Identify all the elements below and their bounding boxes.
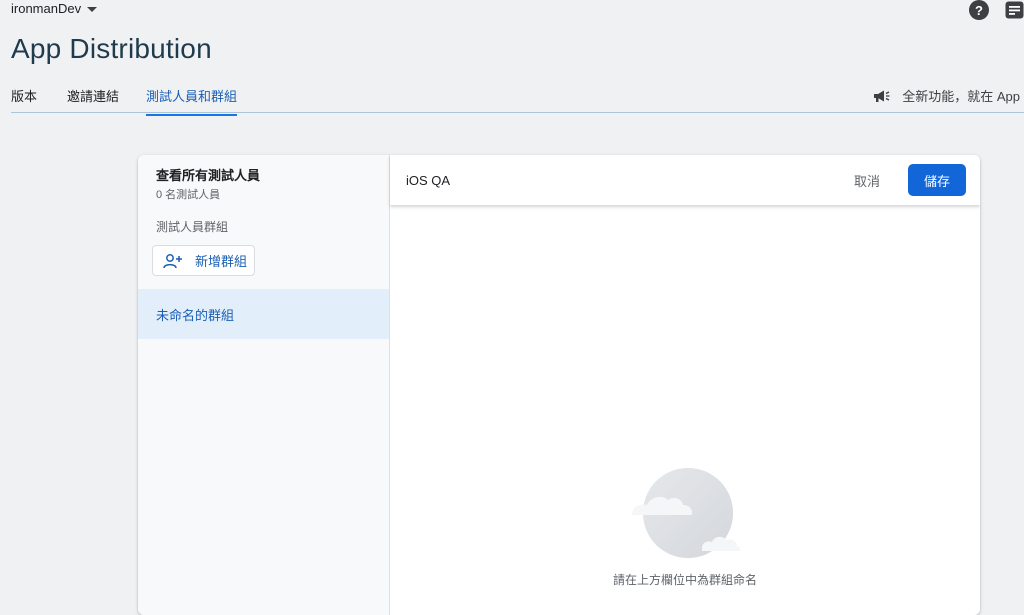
project-name: ironmanDev: [11, 1, 82, 16]
tab-testers-and-groups[interactable]: 測試人員和群組: [146, 86, 238, 116]
groups-sidebar: 查看所有測試人員 0 名測試人員 測試人員群組 新增群組 未命名的群組: [138, 155, 390, 615]
groups-section-label: 測試人員群組: [156, 220, 229, 234]
tab-bar: 版本 邀請連結 測試人員和群組 全新功能，就在 App: [11, 80, 1024, 116]
group-editor: 取消 儲存 請在上方欄位中為群組命名: [390, 155, 980, 615]
page-title: App Distribution: [11, 33, 212, 64]
group-name-input[interactable]: [406, 169, 786, 191]
group-name: 未命名的群組: [156, 307, 235, 323]
help-circle-icon[interactable]: ?: [969, 0, 989, 20]
group-list-item[interactable]: 未命名的群組: [138, 289, 389, 339]
testers-groups-card: 查看所有測試人員 0 名測試人員 測試人員群組 新增群組 未命名的群組 取消 儲…: [138, 155, 980, 615]
cancel-button[interactable]: 取消: [854, 171, 880, 190]
whats-new-text: 全新功能，就在 App: [902, 89, 1020, 104]
tab-invite-links[interactable]: 邀請連結: [67, 86, 119, 114]
project-switcher[interactable]: ironmanDev: [11, 1, 98, 16]
add-group-label: 新增群組: [195, 254, 248, 269]
megaphone-icon: [874, 90, 890, 102]
top-bar: ironmanDev ?: [0, 0, 1024, 22]
chevron-down-icon: [87, 6, 98, 12]
group-name-bar: 取消 儲存: [390, 155, 980, 205]
view-all-testers[interactable]: 查看所有測試人員 0 名測試人員: [156, 165, 260, 202]
view-all-testers-title: 查看所有測試人員: [156, 168, 261, 183]
save-button[interactable]: 儲存: [908, 164, 966, 196]
empty-state-message: 請在上方欄位中為群組命名: [612, 573, 757, 587]
tester-count: 0 名測試人員: [156, 189, 221, 201]
person-add-icon: [163, 253, 182, 268]
add-group-button[interactable]: 新增群組: [152, 245, 255, 276]
feedback-icon[interactable]: [1005, 1, 1024, 19]
cloud-illustration-icon: [632, 468, 741, 558]
whats-new-banner[interactable]: 全新功能，就在 App: [873, 86, 1020, 105]
tab-releases[interactable]: 版本: [11, 86, 37, 114]
